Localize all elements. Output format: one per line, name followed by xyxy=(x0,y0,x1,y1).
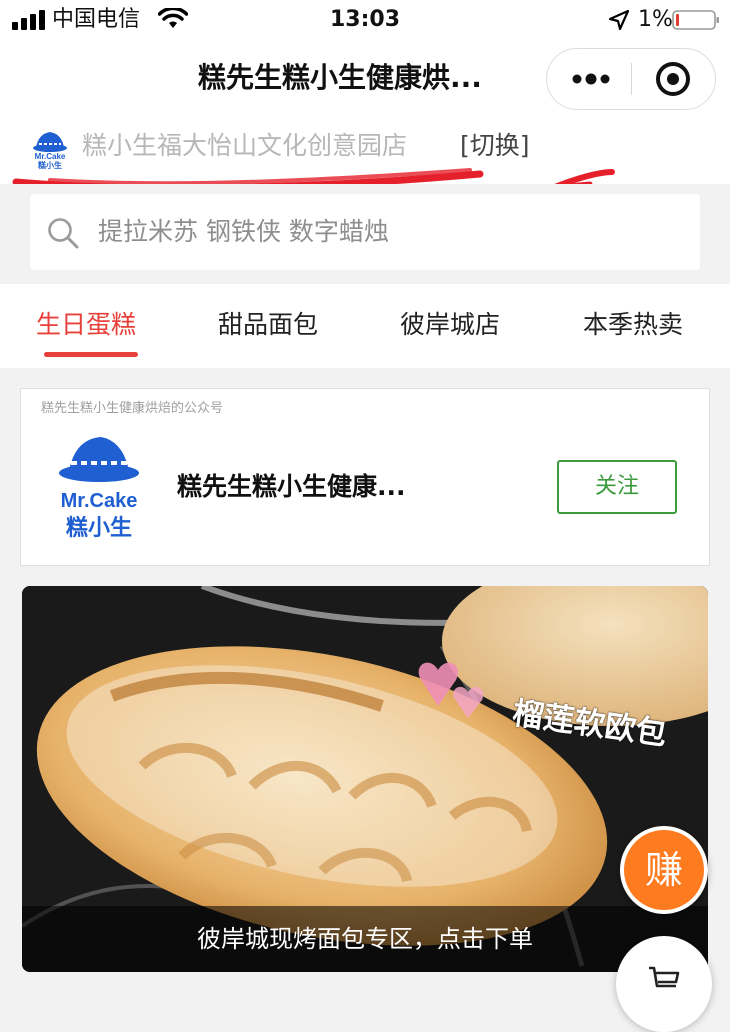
svg-text:Mr.Cake: Mr.Cake xyxy=(35,152,66,161)
follow-button[interactable]: 关注 xyxy=(557,460,677,514)
battery-percent: 1% xyxy=(638,7,673,32)
promo-banner[interactable]: 榴莲软欧包 彼岸城现烤面包专区，点击下单 xyxy=(22,586,708,972)
nav-bar: 糕先生糕小生健康烘... xyxy=(0,40,730,116)
tab-desserts-bread[interactable]: 甜品面包 xyxy=(218,306,318,344)
svg-text:糕小生: 糕小生 xyxy=(37,160,62,170)
logo-text-bottom: 糕小生 xyxy=(66,515,132,541)
banner-caption: 彼岸城现烤面包专区，点击下单 xyxy=(22,906,708,972)
search-input[interactable]: 提拉米苏 钢铁侠 数字蜡烛 xyxy=(30,194,700,270)
store-selector[interactable]: Mr.Cake 糕小生 糕小生福大怡山文化创意园店 [切换] xyxy=(0,116,730,184)
tab-bian-city-store[interactable]: 彼岸城店 xyxy=(400,306,500,344)
main-content: 糕先生糕小生健康烘焙的公众号 Mr.Cake 糕小生 糕先生糕小生健康... 关… xyxy=(0,368,730,987)
battery-icon xyxy=(672,10,719,30)
logo-text-top: Mr.Cake xyxy=(61,490,138,512)
switch-store-link[interactable]: [切换] xyxy=(460,128,530,164)
mini-program-capsule xyxy=(546,48,716,110)
search-icon xyxy=(48,218,79,249)
cart-icon xyxy=(649,966,680,988)
tab-seasonal-hot[interactable]: 本季热卖 xyxy=(583,306,683,344)
official-account-card: 糕先生糕小生健康烘焙的公众号 Mr.Cake 糕小生 糕先生糕小生健康... 关… xyxy=(20,388,710,566)
tab-birthday-cake[interactable]: 生日蛋糕 xyxy=(36,306,136,344)
earn-button[interactable]: 赚 xyxy=(620,826,708,914)
page-title: 糕先生糕小生健康烘... xyxy=(198,61,482,94)
search-placeholder: 提拉米苏 钢铁侠 数字蜡烛 xyxy=(98,217,389,246)
mr-cake-logo-icon: Mr.Cake 糕小生 xyxy=(33,132,67,170)
location-icon xyxy=(608,9,630,31)
active-tab-indicator xyxy=(44,352,138,357)
capsule-divider xyxy=(631,63,632,95)
official-account-name: 糕先生糕小生健康... xyxy=(177,472,406,501)
mr-cake-logo: Mr.Cake 糕小生 xyxy=(59,437,139,541)
store-name: 糕小生福大怡山文化创意园店 xyxy=(82,131,408,160)
more-dots-icon[interactable] xyxy=(547,49,631,109)
status-bar: 中国电信 13:03 1% xyxy=(0,0,730,40)
search-area: 提拉米苏 钢铁侠 数字蜡烛 xyxy=(0,184,730,282)
close-circle-icon[interactable] xyxy=(633,49,715,109)
cart-button[interactable] xyxy=(616,936,712,1032)
official-account-caption: 糕先生糕小生健康烘焙的公众号 xyxy=(41,401,224,416)
category-tabs: 生日蛋糕 甜品面包 彼岸城店 本季热卖 xyxy=(0,284,730,369)
